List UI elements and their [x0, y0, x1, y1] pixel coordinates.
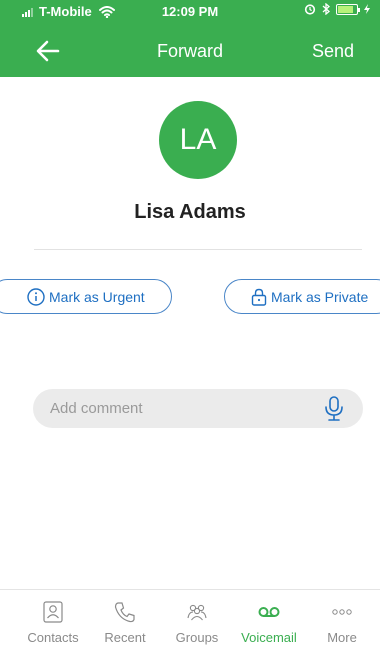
divider: [34, 249, 362, 250]
tab-recent-label: Recent: [104, 630, 146, 645]
tab-recent[interactable]: Recent: [87, 590, 163, 647]
send-button[interactable]: Send: [312, 41, 354, 62]
microphone-icon[interactable]: [323, 395, 345, 423]
mark-urgent-label: Mark as Urgent: [49, 288, 145, 305]
avatar: LA: [159, 101, 237, 179]
tab-voicemail[interactable]: Voicemail: [231, 590, 307, 647]
comment-input[interactable]: [33, 389, 313, 428]
bluetooth-icon: [322, 3, 330, 15]
tab-bar: Contacts Recent Groups Voicemail More: [0, 589, 380, 647]
tab-contacts-label: Contacts: [27, 630, 79, 645]
tab-groups[interactable]: Groups: [159, 590, 235, 647]
mark-urgent-button[interactable]: Mark as Urgent: [0, 279, 172, 314]
phone-icon: [114, 602, 135, 623]
tab-more-label: More: [327, 630, 357, 645]
status-icons: [304, 3, 370, 15]
avatar-initials: LA: [179, 123, 217, 156]
info-icon: [27, 287, 45, 306]
tab-more[interactable]: More: [304, 590, 380, 647]
contact-name: Lisa Adams: [134, 201, 246, 223]
battery-icon: [336, 3, 360, 15]
mark-private-label: Mark as Private: [271, 288, 369, 305]
contacts-icon: [43, 601, 63, 623]
tab-voicemail-label: Voicemail: [241, 630, 297, 645]
alarm-icon: [304, 4, 316, 15]
mark-private-button[interactable]: Mark as Private: [224, 279, 380, 314]
nav-bar: Forward Send: [0, 30, 380, 74]
charging-icon: [364, 4, 370, 14]
groups-icon: [187, 604, 207, 621]
comment-field: [33, 389, 363, 428]
tab-groups-label: Groups: [175, 630, 219, 645]
tab-contacts[interactable]: Contacts: [15, 590, 91, 647]
header-bar: T-Mobile 12:09 PM Forward Send: [0, 0, 380, 77]
more-icon: [332, 609, 352, 615]
voicemail-icon: [258, 607, 280, 617]
status-bar: T-Mobile 12:09 PM: [0, 0, 380, 22]
lock-icon: [251, 288, 267, 306]
